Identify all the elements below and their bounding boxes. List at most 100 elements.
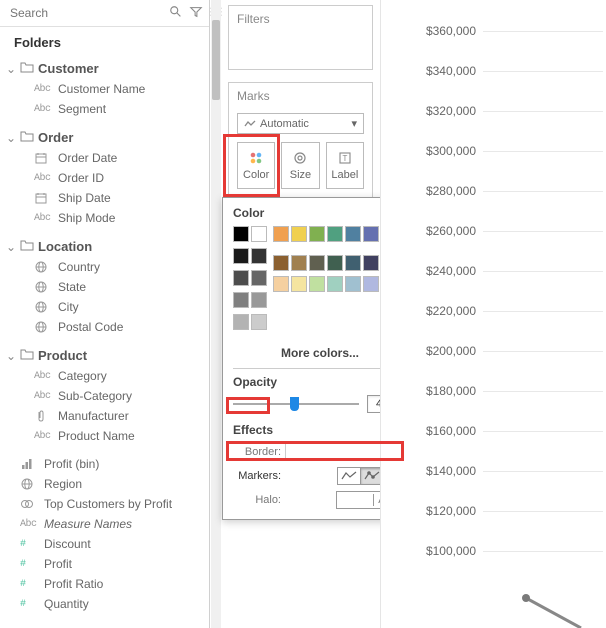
color-swatch[interactable] — [233, 226, 249, 242]
color-swatch[interactable] — [345, 226, 361, 242]
field-item[interactable]: Top Customers by Profit — [0, 494, 209, 514]
field-name: Product Name — [58, 429, 135, 443]
field-item[interactable]: Postal Code — [0, 317, 209, 337]
color-swatch[interactable] — [233, 292, 249, 308]
size-button[interactable]: Size — [281, 142, 319, 189]
field-name: Manufacturer — [58, 409, 129, 423]
field-item[interactable]: AbcCustomer Name — [0, 79, 209, 99]
field-item[interactable]: AbcMeasure Names — [0, 514, 209, 534]
color-swatch[interactable] — [273, 226, 289, 242]
folder-name: Location — [38, 239, 92, 254]
field-item[interactable]: AbcSegment — [0, 99, 209, 119]
field-item[interactable]: AbcOrder ID — [0, 168, 209, 188]
folder-header[interactable]: ⌄ Customer — [0, 58, 209, 79]
field-name: Discount — [44, 537, 91, 551]
field-name: Region — [44, 477, 82, 491]
field-item[interactable]: #Profit Ratio — [0, 574, 209, 594]
color-dots-icon — [249, 150, 263, 166]
field-item[interactable]: AbcShip Mode — [0, 208, 209, 228]
y-axis-tick: $160,000 — [426, 424, 476, 438]
field-item[interactable]: AbcCategory — [0, 366, 209, 386]
field-item[interactable]: Country — [0, 257, 209, 277]
color-swatch[interactable] — [273, 255, 289, 271]
color-swatch[interactable] — [273, 276, 289, 292]
gridline — [483, 71, 603, 72]
folder-icon — [20, 61, 34, 76]
color-swatch[interactable] — [345, 276, 361, 292]
color-swatch[interactable] — [345, 255, 361, 271]
field-item[interactable]: City — [0, 297, 209, 317]
folders-title: Folders — [0, 27, 209, 58]
color-swatch[interactable] — [309, 255, 325, 271]
color-swatch[interactable] — [251, 226, 267, 242]
color-swatch[interactable] — [251, 314, 267, 330]
folder-header[interactable]: ⌄ Location — [0, 236, 209, 257]
color-swatch[interactable] — [363, 226, 379, 242]
field-name: Ship Mode — [58, 211, 115, 225]
y-axis-tick: $120,000 — [426, 504, 476, 518]
opacity-slider[interactable] — [233, 403, 359, 405]
field-item[interactable]: Manufacturer — [0, 406, 209, 426]
gridline — [483, 231, 603, 232]
field-item[interactable]: #Profit — [0, 554, 209, 574]
color-swatch[interactable] — [233, 270, 249, 286]
y-axis-tick: $360,000 — [426, 24, 476, 38]
field-item[interactable]: State — [0, 277, 209, 297]
color-swatch[interactable] — [327, 255, 343, 271]
field-item[interactable]: Ship Date — [0, 188, 209, 208]
folder-icon — [20, 239, 34, 254]
marks-title: Marks — [229, 83, 372, 109]
slider-thumb[interactable] — [290, 397, 299, 411]
search-icon[interactable] — [169, 5, 183, 22]
folder-header[interactable]: ⌄ Product — [0, 345, 209, 366]
color-swatch[interactable] — [327, 276, 343, 292]
sidebar-scrollbar[interactable] — [211, 0, 221, 628]
color-swatch[interactable] — [363, 276, 379, 292]
field-item[interactable]: Region — [0, 474, 209, 494]
color-swatch[interactable] — [309, 226, 325, 242]
filter-icon[interactable] — [189, 5, 203, 22]
field-item[interactable]: #Discount — [0, 534, 209, 554]
y-axis-tick: $240,000 — [426, 264, 476, 278]
field-name: Measure Names — [44, 517, 132, 531]
filters-shelf[interactable]: Filters — [228, 5, 373, 70]
field-name: Category — [58, 369, 107, 383]
gridline — [483, 311, 603, 312]
search-input[interactable] — [6, 4, 169, 22]
chevron-down-icon: ⌄ — [6, 240, 16, 254]
color-swatch[interactable] — [363, 255, 379, 271]
color-swatch[interactable] — [309, 276, 325, 292]
color-swatch[interactable] — [327, 226, 343, 242]
color-swatch[interactable] — [291, 226, 307, 242]
color-swatch[interactable] — [251, 270, 267, 286]
mark-type-dropdown[interactable]: Automatic ▾ — [237, 113, 364, 134]
field-item[interactable]: Order Date — [0, 148, 209, 168]
color-swatch[interactable] — [291, 276, 307, 292]
field-item[interactable]: AbcProduct Name — [0, 426, 209, 446]
color-swatch[interactable] — [233, 248, 249, 264]
field-item[interactable]: #Quantity — [0, 594, 209, 614]
scrollbar-thumb[interactable] — [212, 20, 220, 100]
color-swatch[interactable] — [291, 255, 307, 271]
y-axis-tick: $300,000 — [426, 144, 476, 158]
color-swatch[interactable] — [251, 248, 267, 264]
color-swatch[interactable] — [233, 314, 249, 330]
field-name: Sub-Category — [58, 389, 132, 403]
svg-text:T: T — [342, 154, 347, 163]
field-name: Ship Date — [58, 191, 111, 205]
y-axis-tick: $100,000 — [426, 544, 476, 558]
folder-header[interactable]: ⌄ Order — [0, 127, 209, 148]
y-axis-tick: $180,000 — [426, 384, 476, 398]
gridline — [483, 111, 603, 112]
color-button[interactable]: Color — [237, 142, 275, 189]
field-name: State — [58, 280, 86, 294]
field-item[interactable]: Profit (bin) — [0, 454, 209, 474]
folder-name: Customer — [38, 61, 99, 76]
gridline — [483, 431, 603, 432]
folder-icon — [20, 348, 34, 363]
label-button[interactable]: T Label — [326, 142, 364, 189]
halo-swatch[interactable] — [337, 492, 373, 508]
marker-none-button[interactable] — [337, 467, 361, 485]
field-item[interactable]: AbcSub-Category — [0, 386, 209, 406]
color-swatch[interactable] — [251, 292, 267, 308]
